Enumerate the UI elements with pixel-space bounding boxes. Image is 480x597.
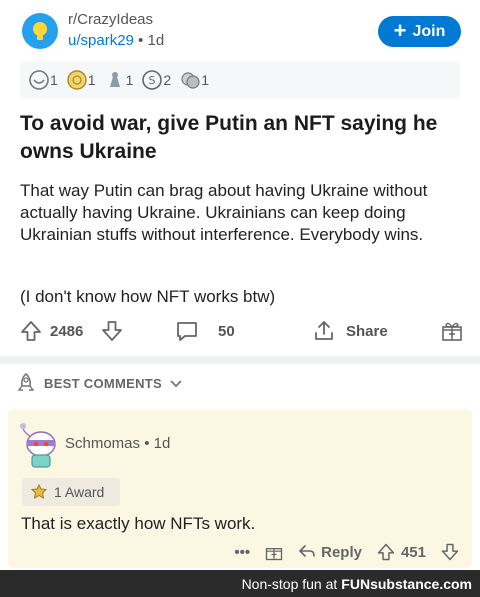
share-button[interactable]: Share [312,312,388,350]
downvote-arrow-icon [441,543,459,561]
join-button[interactable]: + Join [378,16,461,47]
subreddit-lightbulb-icon[interactable] [22,13,58,49]
comment-bubble-icon [177,322,197,341]
post-age: 1d [147,32,165,49]
share-label: Share [346,322,388,340]
join-label: Join [412,22,446,40]
award-count: 1 [201,72,209,88]
downvote-arrow-icon [102,321,122,341]
comment-count: 50 [218,322,235,340]
rocket-sort-icon [17,372,35,391]
comment-award-chip[interactable]: 1 Award [22,478,120,506]
comment-sort-dropdown[interactable]: BEST COMMENTS [0,364,480,402]
post-meta: u/spark29 • 1d [68,32,164,49]
section-divider [0,356,480,364]
gift-award-icon [265,548,283,561]
watermark-tagline: Non-stop fun at [241,575,338,592]
post-author[interactable]: u/spark29 [68,32,134,49]
watermark-brand: FUNsubstance.com [341,575,472,592]
snoo-award-icon: S [142,70,163,90]
award-count: 1 [87,72,96,88]
give-award-button[interactable] [440,312,464,350]
reply-button[interactable]: Reply [298,543,362,561]
give-award-button[interactable] [264,542,284,562]
commenter-avatar[interactable] [18,420,60,468]
plus-icon: + [393,17,407,43]
sort-label: BEST COMMENTS [44,375,163,391]
post-title[interactable]: To avoid war, give Putin an NFT saying h… [20,110,460,166]
watermark-bar: Non-stop fun at FUNsubstance.com [0,570,480,597]
award-silver: 1 [104,69,134,91]
comment-meta: Schmomas • 1d [65,435,170,452]
upvote-button[interactable] [19,312,43,350]
gift-award-icon [442,322,462,341]
post-action-bar: 2486 50 Share [0,312,480,350]
award-snoo: S 2 [141,69,171,91]
downvote-button[interactable] [100,312,124,350]
award-count: 2 [163,72,172,88]
comment-text: That is exactly how NFTs work. [21,514,256,533]
post-header: r/CrazyIdeas u/spark29 • 1d + Join [0,0,480,56]
post-body-note: (I don't know how NFT works btw) [20,287,276,306]
share-icon [315,321,333,340]
chevron-down-icon [170,380,182,388]
awards-bar[interactable]: 1 1 1 S 2 1 [20,61,460,99]
post-vote-count: 2486 [50,322,84,340]
reply-label: Reply [321,543,362,561]
subreddit-name[interactable]: r/CrazyIdeas [68,11,153,28]
award-wholesome: 1 [28,69,58,91]
award-count: 1 [125,72,134,88]
upvote-arrow-icon [377,543,395,561]
comment-age: 1d [153,435,171,452]
wearing-is-caring-icon [181,72,200,89]
meta-separator: • [144,435,150,452]
comment-vote-count: 451 [400,543,426,561]
meta-separator: • [138,32,144,49]
award-helpful: 1 [66,69,96,91]
silver-award-icon [109,72,120,87]
wholesome-award-icon [29,70,49,90]
comment-card: Schmomas • 1d 1 Award That is exactly ho… [8,410,472,568]
upvote-arrow-icon [21,321,41,341]
award-wearing: 1 [179,69,209,91]
reply-arrow-icon [298,545,315,557]
award-count: 1 [50,72,58,88]
post-body: That way Putin can brag about having Ukr… [20,181,428,244]
helpful-award-icon [67,70,87,90]
comment-upvote-button[interactable]: 451 [376,542,426,562]
award-medal-icon [30,483,48,499]
comment-actions: ••• Reply 451 [234,540,460,564]
more-options-button[interactable]: ••• [234,544,250,561]
comment-downvote-button[interactable] [440,542,460,562]
svg-text:S: S [149,74,156,87]
comments-button[interactable] [174,312,200,350]
comment-author[interactable]: Schmomas [65,435,140,452]
award-label: 1 Award [54,484,105,500]
